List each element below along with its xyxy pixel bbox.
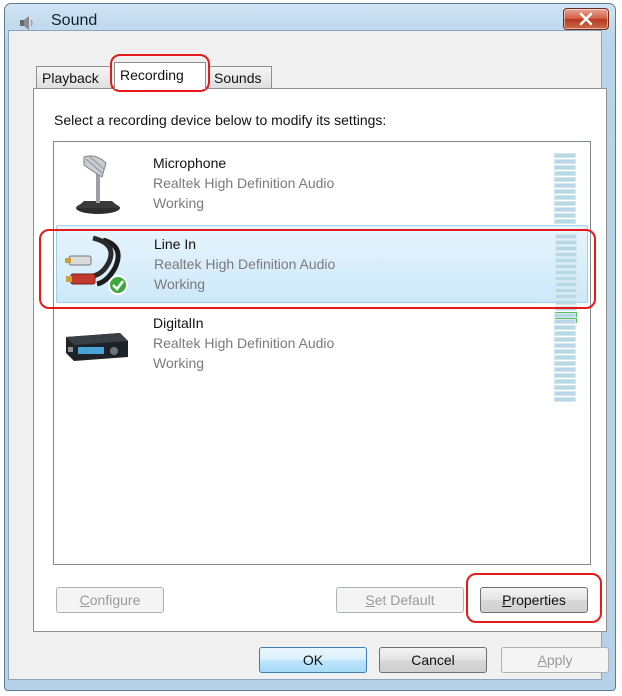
mnemonic-letter: A xyxy=(537,652,547,668)
level-meter-segment xyxy=(554,331,576,336)
mnemonic-letter: C xyxy=(79,592,90,608)
level-meter-segment xyxy=(554,313,576,318)
device-status: Working xyxy=(153,195,205,211)
level-meter-segment xyxy=(554,189,576,194)
level-meter-segment xyxy=(555,276,577,281)
level-meter-segment xyxy=(554,153,576,158)
level-meter-segment xyxy=(555,234,577,239)
level-meter xyxy=(554,313,576,402)
ok-button[interactable]: OK xyxy=(259,647,367,673)
apply-button[interactable]: Apply xyxy=(501,647,609,673)
level-meter-segment xyxy=(554,165,576,170)
level-meter-segment xyxy=(554,219,576,224)
level-meter-segment xyxy=(554,207,576,212)
level-meter-segment xyxy=(555,294,577,299)
device-name: DigitalIn xyxy=(153,315,204,331)
configure-button[interactable]: Configure xyxy=(56,587,164,613)
level-meter-segment xyxy=(554,367,576,372)
level-meter xyxy=(555,234,577,323)
microphone-icon xyxy=(76,155,120,214)
tab-sounds[interactable]: Sounds xyxy=(208,66,272,88)
level-meter xyxy=(554,153,576,242)
level-meter-segment xyxy=(554,171,576,176)
level-meter-segment xyxy=(554,177,576,182)
device-line-in[interactable]: Line In Realtek High Definition Audio Wo… xyxy=(56,225,588,323)
level-meter-segment xyxy=(554,373,576,378)
level-meter-segment xyxy=(554,385,576,390)
level-meter-segment xyxy=(555,258,577,263)
window-title: Sound xyxy=(51,12,98,29)
level-meter-segment xyxy=(555,240,577,245)
level-meter-segment xyxy=(554,397,576,402)
set-default-button[interactable]: Set Default xyxy=(336,587,464,613)
level-meter-segment xyxy=(555,246,577,251)
device-status: Working xyxy=(154,276,206,292)
cancel-button[interactable]: Cancel xyxy=(379,647,487,673)
level-meter-segment xyxy=(555,252,577,257)
level-meter-segment xyxy=(554,349,576,354)
rca-cable-icon xyxy=(65,235,128,295)
level-meter-segment xyxy=(554,343,576,348)
close-icon xyxy=(579,12,593,26)
device-digitalin[interactable]: DigitalIn Realtek High Definition Audio … xyxy=(56,305,588,402)
level-meter-segment xyxy=(555,264,577,269)
digital-receiver-icon xyxy=(66,333,128,361)
recording-device-list[interactable]: Microphone Realtek High Definition Audio… xyxy=(53,141,591,565)
level-meter-segment xyxy=(554,361,576,366)
level-meter-segment xyxy=(554,183,576,188)
tab-recording[interactable]: Recording xyxy=(114,62,206,89)
device-description: Realtek High Definition Audio xyxy=(154,256,336,272)
level-meter-segment xyxy=(554,319,576,324)
device-name: Microphone xyxy=(153,155,227,171)
device-microphone[interactable]: Microphone Realtek High Definition Audio… xyxy=(56,145,588,242)
level-meter-segment xyxy=(554,379,576,384)
level-meter-segment xyxy=(555,282,577,287)
mnemonic-letter: P xyxy=(502,592,512,608)
properties-button[interactable]: Properties xyxy=(480,587,588,613)
instruction-text: Select a recording device below to modif… xyxy=(54,112,387,128)
close-button[interactable] xyxy=(563,8,609,30)
device-description: Realtek High Definition Audio xyxy=(153,335,335,351)
device-description: Realtek High Definition Audio xyxy=(153,175,335,191)
level-meter-segment xyxy=(554,337,576,342)
level-meter-segment xyxy=(554,159,576,164)
level-meter-segment xyxy=(554,213,576,218)
level-meter-segment xyxy=(554,195,576,200)
level-meter-segment xyxy=(555,288,577,293)
tab-playback[interactable]: Playback xyxy=(36,66,112,88)
level-meter-segment xyxy=(554,355,576,360)
level-meter-segment xyxy=(554,391,576,396)
level-meter-segment xyxy=(554,325,576,330)
level-meter-segment xyxy=(555,270,577,275)
mnemonic-letter: S xyxy=(365,592,375,608)
level-meter-segment xyxy=(554,201,576,206)
device-status: Working xyxy=(153,355,205,371)
device-name: Line In xyxy=(154,236,197,252)
